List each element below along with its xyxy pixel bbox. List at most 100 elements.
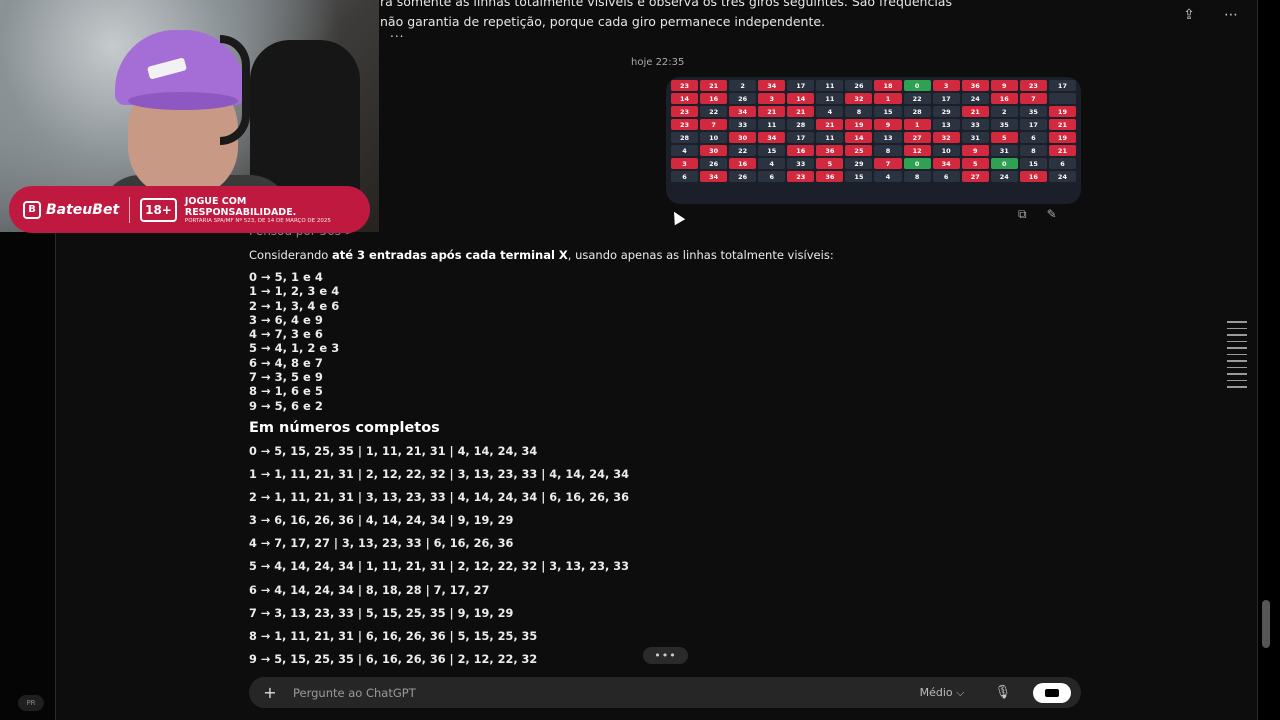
list-item: 9 → 5, 6 e 2 (249, 398, 323, 413)
responsibility-notice: JOGUE COM RESPONSABILIDADE. PORTARIA SPA… (185, 196, 356, 224)
scrollbar[interactable] (1262, 600, 1270, 648)
roulette-cell: 4 (671, 145, 699, 156)
roulette-cell: 23 (1019, 80, 1047, 91)
roulette-cell: 36 (816, 171, 844, 182)
roulette-cell: 10 (700, 132, 728, 143)
brand-name: BateuBet (46, 201, 120, 218)
roulette-cell: 33 (787, 158, 815, 169)
roulette-cell: 34 (700, 171, 728, 182)
prompt-input[interactable] (293, 685, 920, 700)
roulette-cell: 14 (671, 93, 699, 104)
roulette-cell: 24 (961, 93, 989, 104)
composer-bar: + Médio ⌵ 🎙 (249, 677, 1081, 708)
intro-bold: até 3 entradas após cada terminal X (331, 248, 568, 262)
regulation-reference: PORTARIA SPA/MF Nº 523, DE 14 DE MARÇO D… (184, 217, 331, 224)
roulette-cell: 13 (874, 132, 902, 143)
roulette-cell: 21 (816, 119, 844, 130)
roulette-cell: 6 (932, 171, 960, 182)
uploaded-roulette-image[interactable]: 23 21 2 34 17 11 26 18 0 3 36 9 23 17 14 16 26 3 14 11 32 1 22… (666, 77, 1081, 204)
roulette-cell: 6 (758, 171, 786, 182)
microphone-icon[interactable]: 🎙 (994, 685, 1011, 700)
roulette-cell: 35 (1019, 106, 1047, 117)
top-toolbar: ⇪ ⋯ (1180, 6, 1240, 24)
roulette-cell: 34 (729, 106, 757, 117)
list-item: 8 → 1, 6 e 5 (249, 384, 323, 399)
roulette-cell: 16 (990, 93, 1018, 104)
roulette-cell: 0 (990, 158, 1018, 169)
intro-prefix: Considerando (249, 248, 332, 262)
roulette-cell: 1 (903, 119, 931, 130)
roulette-cell: 31 (990, 145, 1018, 156)
bateubet-logo-icon: B (23, 200, 41, 219)
roulette-cell: 9 (990, 80, 1018, 91)
list-item: 2 → 1, 3, 4 e 6 (249, 298, 340, 313)
previous-message-line1: ra somente as linhas totalmente visíveis… (380, 0, 952, 9)
roulette-cell: 12 (903, 145, 931, 156)
share-icon[interactable]: ⇪ (1180, 6, 1198, 24)
list-item: 0 → 5, 15, 25, 35 | 1, 11, 21, 31 | 4, 1… (249, 444, 538, 458)
conversation-minimap[interactable] (1227, 321, 1247, 401)
responsibility-title: JOGUE COM RESPONSABILIDADE. (184, 195, 297, 218)
roulette-cell: 31 (961, 132, 989, 143)
roulette-cell: 18 (874, 80, 902, 91)
roulette-cell: 29 (932, 106, 960, 117)
roulette-cell: 21 (1048, 119, 1076, 130)
roulette-cell: 6 (671, 171, 699, 182)
roulette-cell: 5 (961, 158, 989, 169)
roulette-cell: 14 (845, 132, 873, 143)
list-item: 5 → 4, 1, 2 e 3 (249, 341, 340, 356)
more-options-icon[interactable]: ... (390, 26, 404, 40)
roulette-cell: 15 (758, 145, 786, 156)
age-rating-badge: 18+ (140, 197, 177, 222)
roulette-cell: 3 (758, 93, 786, 104)
roulette-cell: 22 (729, 145, 757, 156)
copy-icon[interactable]: ⧉ (1018, 207, 1027, 222)
roulette-cell: 13 (932, 119, 960, 130)
roulette-cell: 10 (932, 145, 960, 156)
roulette-cell: 8 (1019, 145, 1047, 156)
voice-mode-button[interactable] (1033, 682, 1071, 703)
roulette-cell: 0 (903, 158, 931, 169)
roulette-cell: 21 (1048, 145, 1076, 156)
roulette-cell: 7 (700, 119, 728, 130)
roulette-cell: 35 (990, 119, 1018, 130)
roulette-cell: 9 (961, 145, 989, 156)
roulette-cell: 24 (990, 171, 1018, 182)
roulette-cell: 26 (729, 93, 757, 104)
profile-badge[interactable]: PR (18, 695, 44, 711)
edit-icon[interactable]: ✎ (1047, 207, 1057, 222)
roulette-cell: 17 (787, 132, 815, 143)
roulette-cell: 34 (758, 80, 786, 91)
message-timestamp: hoje 22:35 (631, 57, 685, 68)
roulette-cell: 3 (932, 80, 960, 91)
roulette-cell: 34 (932, 158, 960, 169)
model-selector[interactable]: Médio ⌵ (920, 686, 965, 700)
roulette-cell: 4 (816, 106, 844, 117)
voice-waveform-icon (1045, 688, 1059, 697)
roulette-cell: 19 (1048, 106, 1076, 117)
sponsor-brand: B BateuBet (23, 200, 120, 219)
more-icon[interactable]: ⋯ (1222, 6, 1240, 24)
plus-icon[interactable]: + (259, 683, 281, 702)
roulette-cell: 16 (1019, 171, 1047, 182)
previous-message-line2: não garantia de repetição, porque cada g… (380, 14, 826, 29)
roulette-cell: 16 (700, 93, 728, 104)
roulette-cell: 16 (729, 158, 757, 169)
roulette-cell: 15 (1019, 158, 1047, 169)
roulette-cell: 17 (1048, 80, 1076, 91)
list-item: 4 → 7, 17, 27 | 3, 13, 23, 33 | 6, 16, 2… (249, 537, 514, 551)
roulette-cell: 8 (845, 106, 873, 117)
roulette-cell: 21 (961, 106, 989, 117)
roulette-cell: 8 (903, 171, 931, 182)
roulette-cell: 21 (700, 80, 728, 91)
scroll-more-button[interactable]: ••• (643, 647, 688, 664)
roulette-cell: 11 (816, 132, 844, 143)
divider (129, 196, 131, 223)
roulette-cell: 23 (671, 119, 699, 130)
roulette-cell: 32 (932, 132, 960, 143)
roulette-cell: 2 (729, 80, 757, 91)
roulette-cell: 36 (816, 145, 844, 156)
list-item: 3 → 6, 4 e 9 (249, 312, 323, 327)
roulette-cell: 33 (729, 119, 757, 130)
roulette-cell: 19 (1048, 132, 1076, 143)
